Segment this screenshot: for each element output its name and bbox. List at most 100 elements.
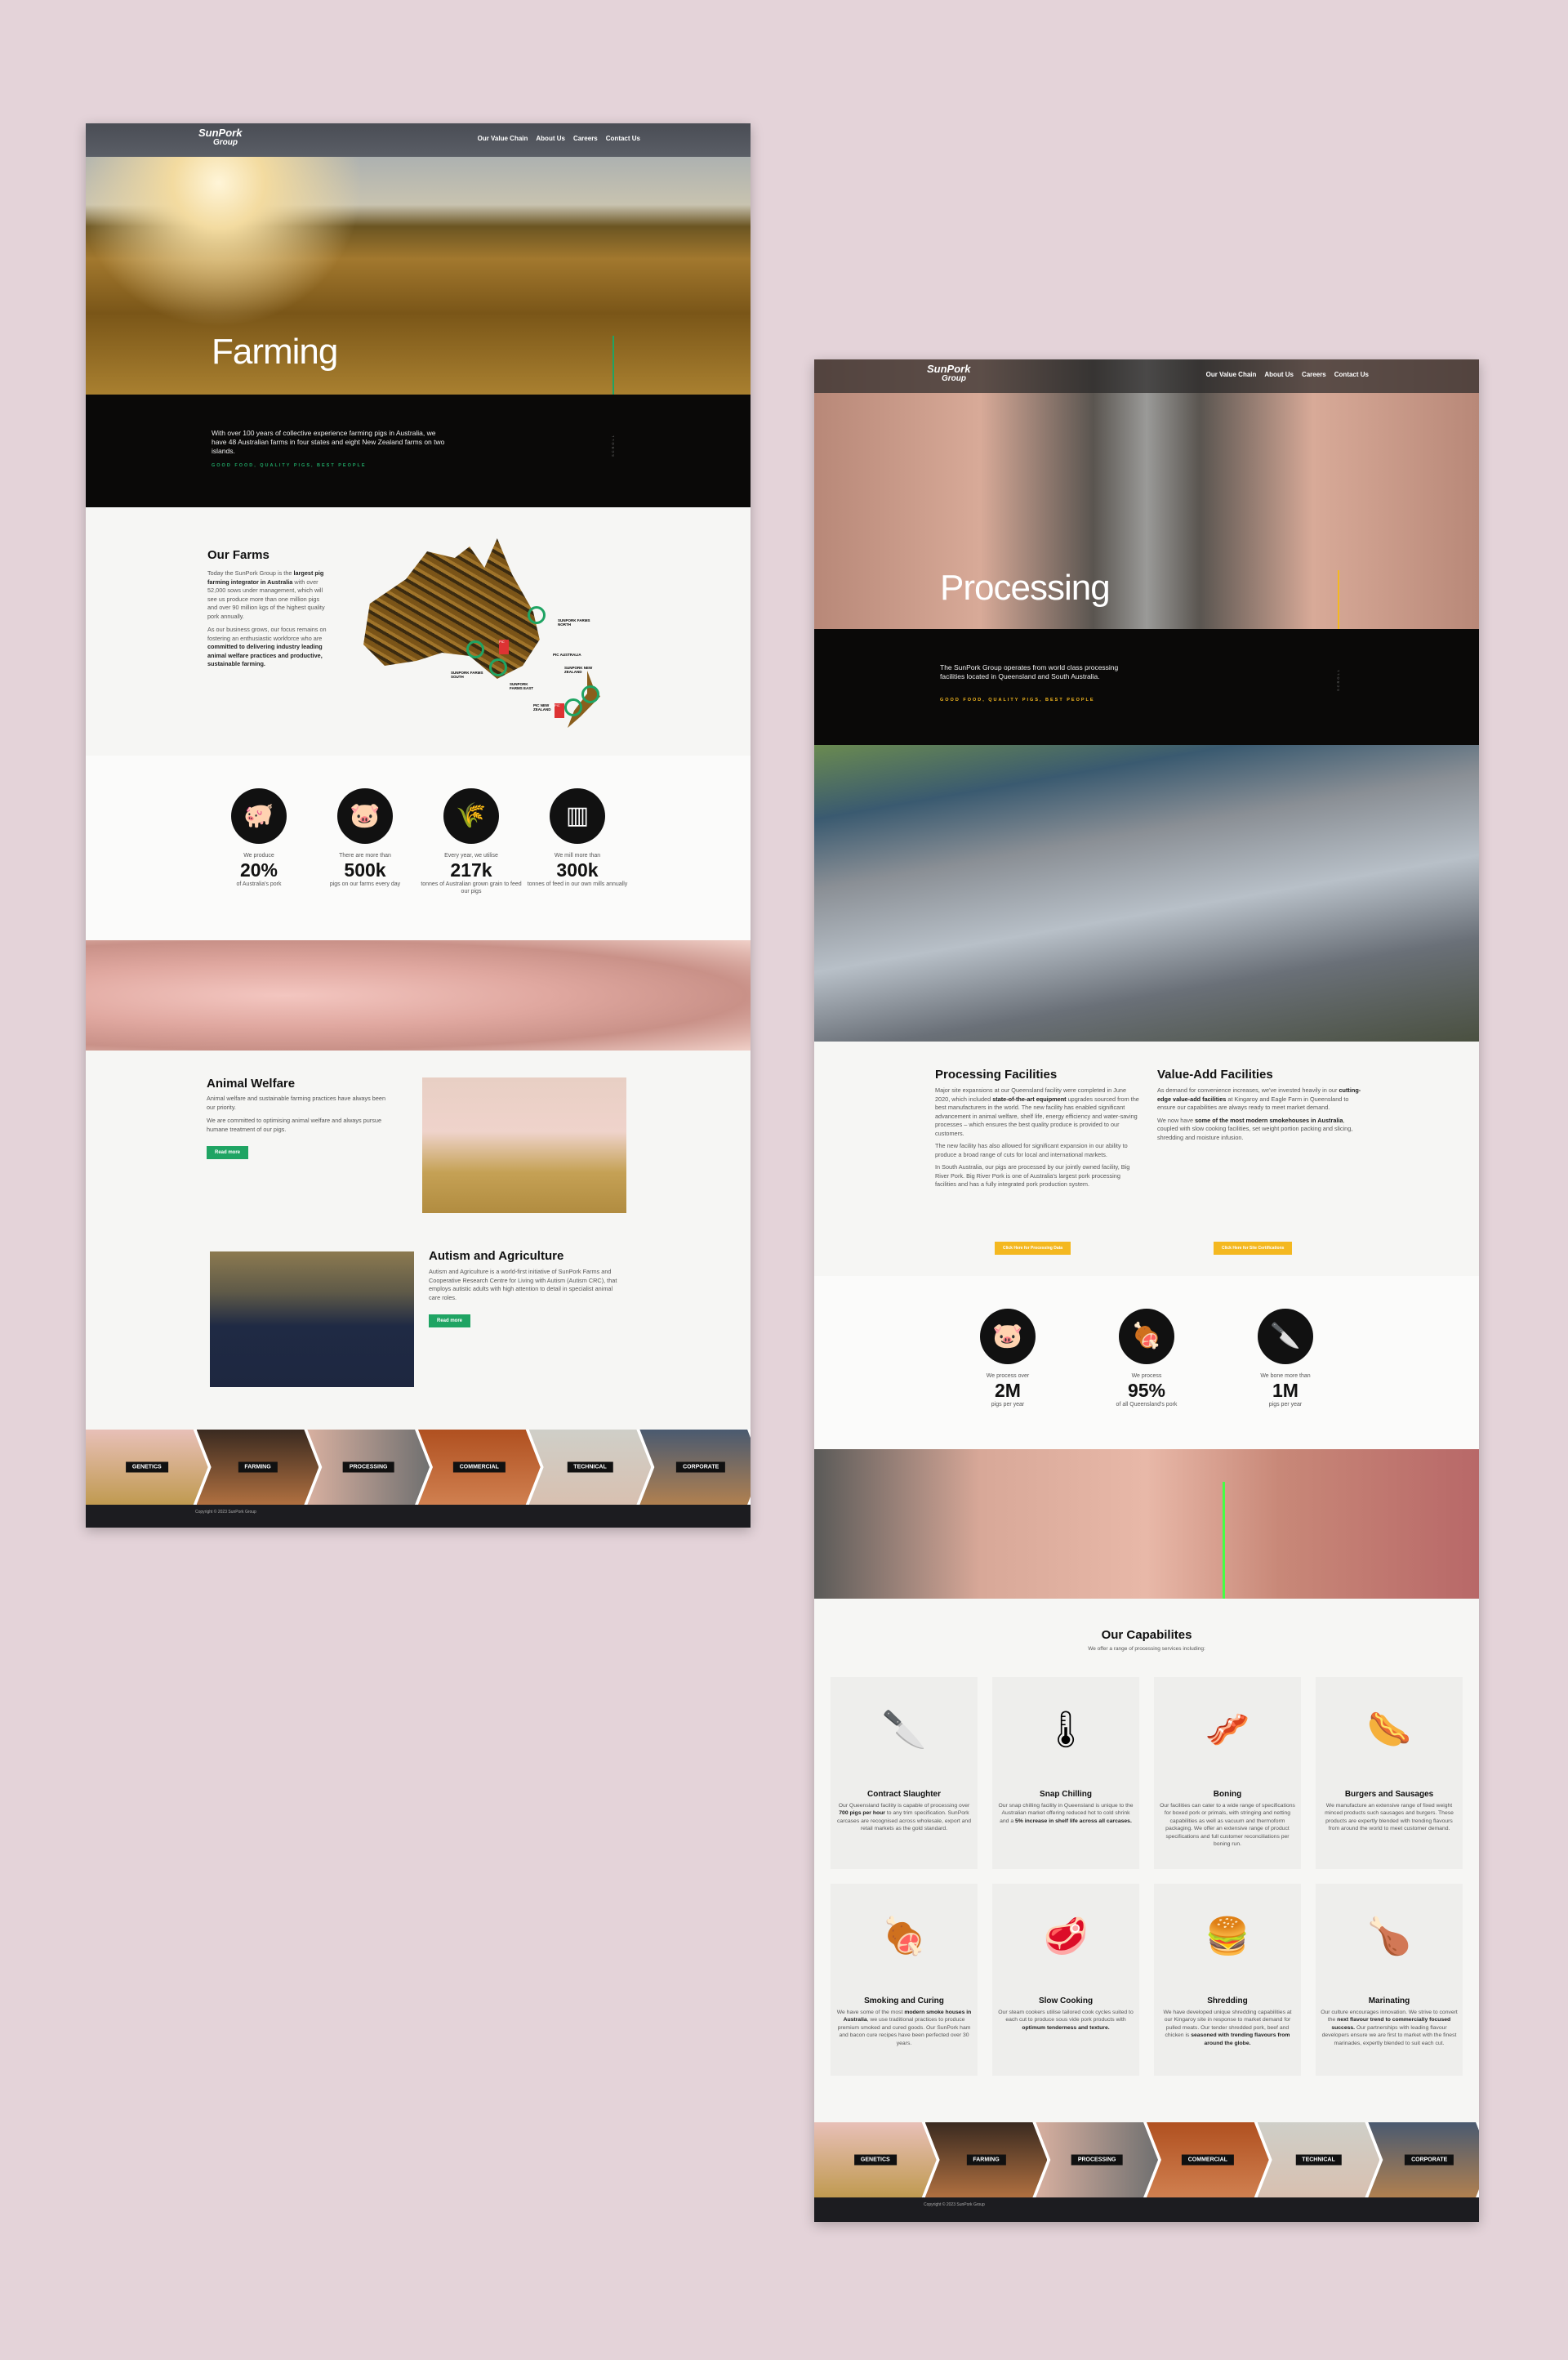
page-title: Farming: [212, 332, 338, 372]
welfare-autism-section: Animal Welfare Animal welfare and sustai…: [86, 1051, 751, 1430]
nav-our-value-chain[interactable]: Our Value Chain: [1206, 371, 1257, 378]
feed-mill-icon: ▥: [550, 788, 605, 844]
ham-icon: 🍖: [881, 1916, 927, 1956]
card-text: Our snap chilling facility in Queensland…: [998, 1802, 1134, 1824]
nav-our-value-chain[interactable]: Our Value Chain: [478, 135, 528, 142]
category-farming[interactable]: FARMING: [924, 2122, 1048, 2197]
value-chain-strip: GENETICS FARMING PROCESSING COMMERCIAL T…: [814, 2122, 1479, 2197]
capabilities-section: Our Capabilites We offer a range of proc…: [814, 1599, 1479, 2122]
category-processing[interactable]: PROCESSING: [1036, 2122, 1159, 2197]
hero-wheat-field-image: Farming: [86, 123, 751, 395]
processing-page-mockup: SunPork Group Our Value Chain About Us Ca…: [814, 359, 1479, 2222]
pigs-icon: 🐷: [980, 1309, 1036, 1364]
read-more-button[interactable]: Read more: [207, 1146, 249, 1159]
scroll-indicator[interactable]: [612, 336, 614, 399]
stat-item: 🐷 We process over 2M pigs per year: [955, 1309, 1061, 1449]
farm-location-marker-icon[interactable]: [528, 606, 546, 624]
capability-card: 🥩 Slow Cooking Our steam cookers utilise t…: [992, 1883, 1139, 2076]
category-commercial[interactable]: COMMERCIAL: [418, 1430, 541, 1505]
pork-belly-icon: 🥓: [1205, 1709, 1250, 1750]
section-title: Value-Add Facilities: [1157, 1068, 1273, 1082]
card-title: Boning: [1213, 1789, 1242, 1799]
section-title: Our Capabilites: [1101, 1628, 1192, 1642]
footer: Copyright © 2023 SunPork Group: [86, 1505, 751, 1528]
stat-item: 🔪 We bone more than 1M pigs per year: [1232, 1309, 1339, 1449]
pigs-banner-image: [86, 940, 751, 1051]
farm-location-marker-icon[interactable]: [581, 685, 599, 703]
category-technical[interactable]: TECHNICAL: [528, 1430, 652, 1505]
sunpork-logo[interactable]: SunPork Group: [198, 127, 242, 148]
scroll-indicator[interactable]: [1338, 570, 1339, 634]
capability-card: 🥓 Boning Our facilities can cater to a wid…: [1154, 1676, 1301, 1869]
category-processing[interactable]: PROCESSING: [307, 1430, 430, 1505]
card-text: We manufacture an extensive range of fix…: [1325, 1802, 1454, 1832]
top-nav: SunPork Group Our Value Chain About Us Ca…: [814, 359, 1479, 393]
pigs-icon: 🐷: [337, 788, 393, 844]
footer: Copyright © 2023 SunPork Group: [814, 2197, 1479, 2222]
processing-stats: 🐷 We process over 2M pigs per year 🍖 We proc…: [814, 1276, 1479, 1449]
map-label: SUNPORK FARMS EAST: [510, 682, 534, 690]
knives-icon: 🔪: [881, 1709, 927, 1750]
copyright-text: Copyright © 2023 SunPork Group: [924, 2202, 985, 2207]
card-text: Our steam cookers utilise tailored cook …: [998, 2009, 1134, 2031]
burger-icon: 🍔: [1205, 1916, 1250, 1956]
section-title: Processing Facilities: [935, 1068, 1058, 1082]
category-genetics[interactable]: GENETICS: [814, 2122, 937, 2197]
stat-item: 🐷 There are more than 500k pigs on our farm…: [312, 788, 418, 940]
category-commercial[interactable]: COMMERCIAL: [1147, 2122, 1269, 2197]
intro-text: The SunPork Group operates from world cl…: [940, 663, 1119, 680]
nav-contact-us[interactable]: Contact Us: [1334, 371, 1369, 378]
facilities-section: Processing Facilities Major site expansi…: [814, 1042, 1479, 1276]
nav-contact-us[interactable]: Contact Us: [606, 135, 640, 142]
nav-careers[interactable]: Careers: [1302, 371, 1326, 378]
card-text: Our Queensland facility is capable of pr…: [837, 1802, 971, 1832]
farm-location-marker-icon[interactable]: [466, 640, 484, 658]
thermometer-icon: 🌡: [1043, 1709, 1089, 1750]
card-title: Shredding: [1207, 1996, 1248, 2005]
scroll-label: SCROLL: [611, 434, 615, 457]
capability-card: 🔪 Contract Slaughter Our Queensland facili…: [831, 1676, 978, 1869]
intro-band: The SunPork Group operates from world cl…: [814, 629, 1479, 745]
staff-group-image: [210, 1251, 414, 1387]
value-chain-strip: GENETICS FARMING PROCESSING COMMERCIAL T…: [86, 1430, 751, 1505]
category-corporate[interactable]: CORPORATE: [1368, 2122, 1479, 2197]
processing-data-button[interactable]: Click Here for Processing Data: [995, 1242, 1071, 1255]
card-text: Our culture encourages innovation. We st…: [1321, 2009, 1458, 2046]
meat-cutting-banner-image: [814, 1449, 1479, 1599]
scroll-label: SCROLL: [1336, 668, 1340, 692]
nav-about-us[interactable]: About Us: [536, 135, 565, 142]
pork-chop-icon: 🍖: [1119, 1309, 1174, 1364]
farming-stats: 🐖 We produce 20% of Australia's pork 🐷 There…: [86, 756, 751, 940]
category-corporate[interactable]: CORPORATE: [639, 1430, 751, 1505]
nav-about-us[interactable]: About Us: [1264, 371, 1294, 378]
capability-card: 🍔 Shredding We have developed unique shred…: [1154, 1883, 1301, 2076]
capability-card: 🍗 Marinating Our culture encourages innova…: [1316, 1883, 1463, 2076]
intro-band: With over 100 years of collective experi…: [86, 395, 751, 507]
capability-card: 🌡 Snap Chilling Our snap chilling facility…: [992, 1676, 1139, 1869]
card-text: We have some of the most modern smoke ho…: [836, 2009, 972, 2046]
aerial-facility-image: [814, 745, 1479, 1042]
marinated-roast-icon: 🍗: [1366, 1916, 1412, 1956]
section-title: Animal Welfare: [207, 1077, 296, 1091]
category-farming[interactable]: FARMING: [196, 1430, 319, 1505]
farm-location-marker-icon[interactable]: [564, 698, 582, 716]
card-text: We have developed unique shredding capab…: [1163, 2009, 1292, 2046]
capabilities-grid: 🔪 Contract Slaughter Our Queensland facili…: [814, 1676, 1479, 2076]
intro-text: With over 100 years of collective experi…: [212, 429, 445, 455]
site-certifications-button[interactable]: Click Here for Site Certifications: [1214, 1242, 1293, 1255]
read-more-button[interactable]: Read more: [429, 1314, 471, 1327]
card-title: Smoking and Curing: [864, 1996, 944, 2005]
nav-careers[interactable]: Careers: [573, 135, 598, 142]
sausages-icon: 🌭: [1366, 1709, 1412, 1750]
capability-card: 🍖 Smoking and Curing We have some of the m…: [831, 1883, 978, 2076]
map-label: SUNPORK NEW ZEALAND: [564, 666, 593, 674]
sunpork-logo[interactable]: SunPork Group: [927, 364, 970, 384]
category-technical[interactable]: TECHNICAL: [1257, 2122, 1380, 2197]
pic-badge: PIC: [499, 640, 509, 654]
category-genetics[interactable]: GENETICS: [86, 1430, 208, 1505]
section-title: Our Farms: [207, 548, 270, 562]
card-title: Snap Chilling: [1040, 1789, 1092, 1799]
pig-icon: 🐖: [231, 788, 287, 844]
farm-location-marker-icon[interactable]: [489, 658, 507, 676]
section-title: Autism and Agriculture: [429, 1249, 564, 1263]
